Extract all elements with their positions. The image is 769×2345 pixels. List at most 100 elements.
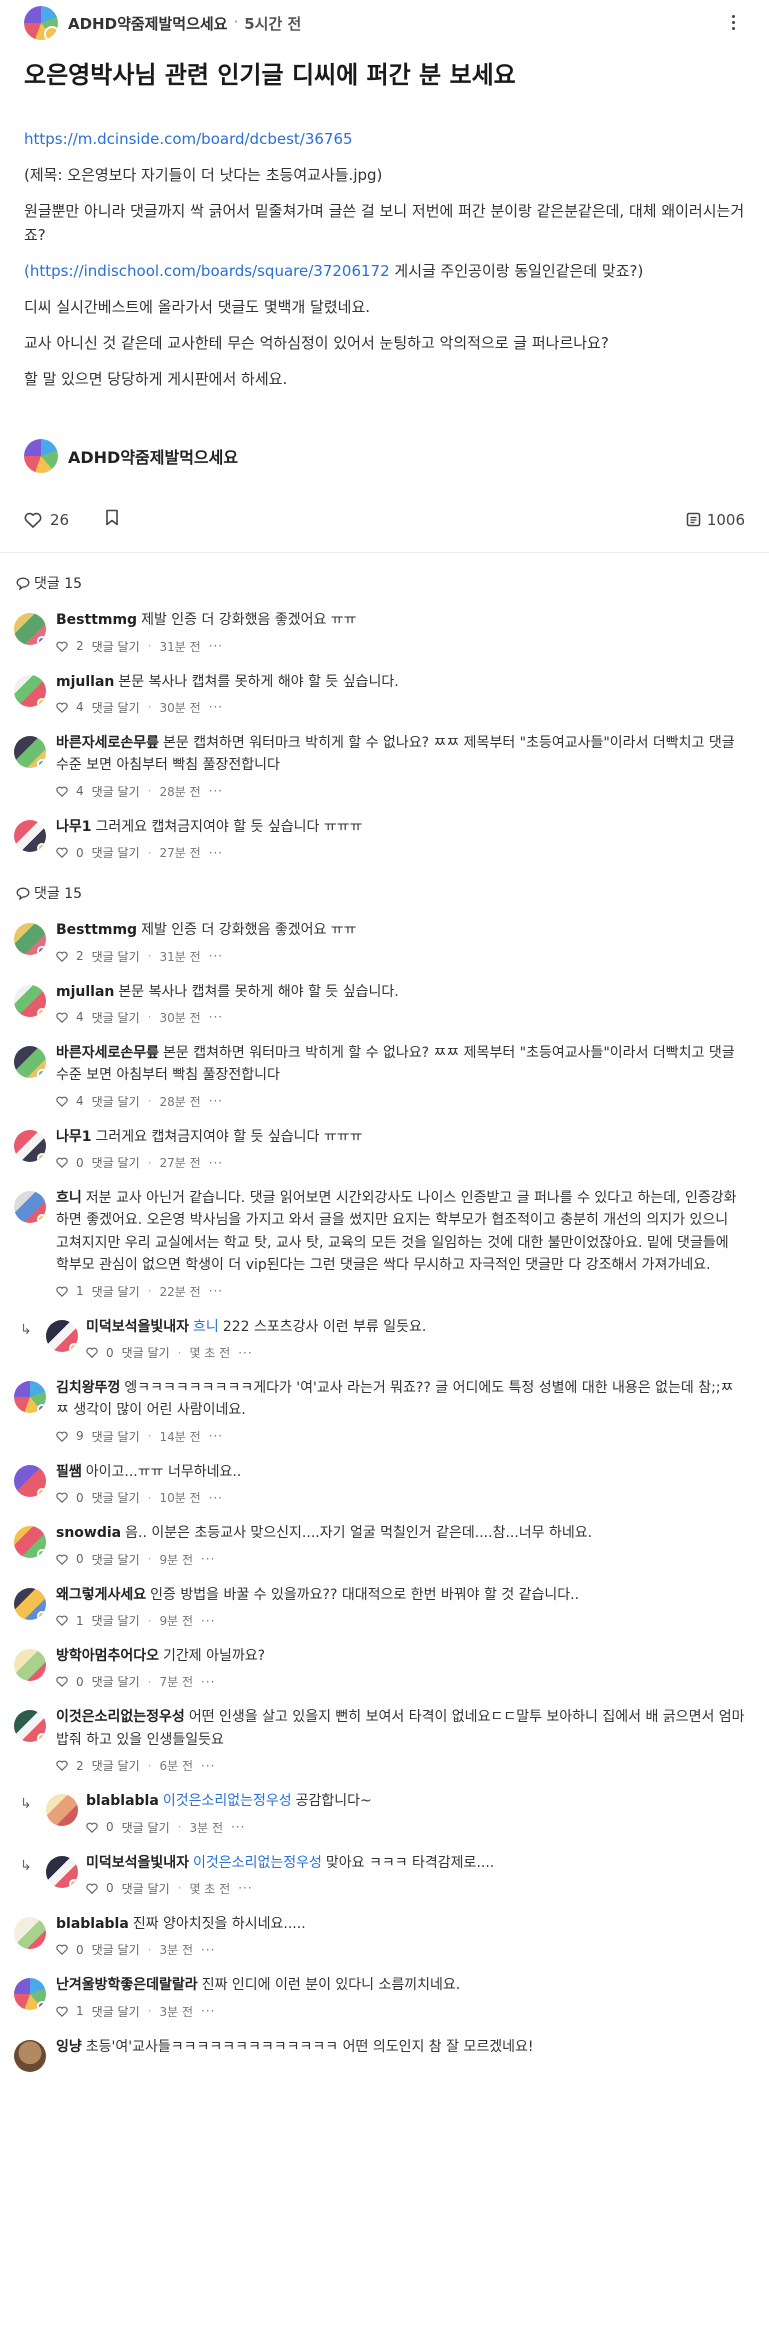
commenter-nickname[interactable]: 나무1: [56, 1129, 92, 1145]
like-button[interactable]: 26: [24, 511, 69, 529]
heart-icon[interactable]: [56, 1157, 68, 1169]
commenter-avatar[interactable]: [14, 1045, 46, 1078]
comment-more-icon[interactable]: ···: [209, 949, 223, 963]
commenter-avatar[interactable]: [46, 1319, 78, 1352]
reply-button[interactable]: 댓글 달기: [92, 1009, 140, 1026]
commenter-nickname[interactable]: 난겨울방학좋은데랄랄라: [56, 1977, 198, 1993]
commenter-avatar[interactable]: [14, 819, 46, 852]
comment-more-icon[interactable]: ···: [209, 1429, 223, 1443]
heart-icon[interactable]: [86, 1822, 98, 1833]
commenter-avatar[interactable]: [14, 674, 46, 707]
commenter-nickname[interactable]: 이것은소리없는정우성: [56, 1709, 185, 1725]
commenter-avatar[interactable]: [14, 1191, 46, 1224]
commenter-nickname[interactable]: 바른자세로손무릎: [56, 1045, 159, 1061]
commenter-nickname[interactable]: snowdia: [56, 1525, 121, 1541]
reply-button[interactable]: 댓글 달기: [92, 1093, 140, 1110]
reply-button[interactable]: 댓글 달기: [92, 699, 140, 716]
reply-button[interactable]: 댓글 달기: [122, 1344, 170, 1361]
comment-more-icon[interactable]: ···: [201, 1943, 215, 1957]
commenter-nickname[interactable]: blablabla: [86, 1793, 159, 1809]
reply-button[interactable]: 댓글 달기: [92, 1283, 140, 1300]
commenter-avatar[interactable]: [14, 984, 46, 1017]
comment-more-icon[interactable]: ···: [201, 2004, 215, 2018]
commenter-avatar[interactable]: [14, 1464, 46, 1497]
heart-icon[interactable]: [56, 1554, 68, 1565]
commenter-avatar[interactable]: [14, 1649, 46, 1681]
reply-button[interactable]: 댓글 달기: [92, 638, 140, 655]
commenter-nickname[interactable]: 방학아멈추어다오: [56, 1648, 159, 1664]
heart-icon[interactable]: [86, 1883, 98, 1894]
heart-icon[interactable]: [56, 1286, 68, 1297]
heart-icon[interactable]: [56, 847, 68, 859]
comment-more-icon[interactable]: ···: [201, 1759, 215, 1773]
commenter-avatar[interactable]: [14, 1381, 46, 1414]
commenter-nickname[interactable]: blablabla: [56, 1916, 129, 1932]
board-name[interactable]: ADHD약줌제발먹으세요: [68, 13, 227, 34]
commenter-nickname[interactable]: mjullan: [56, 674, 114, 690]
commenter-avatar[interactable]: [14, 1916, 46, 1949]
reply-button[interactable]: 댓글 달기: [92, 1154, 140, 1171]
heart-icon[interactable]: [56, 951, 68, 962]
reply-button[interactable]: 댓글 달기: [92, 1551, 140, 1568]
reply-button[interactable]: 댓글 달기: [92, 844, 140, 861]
comment-more-icon[interactable]: ···: [238, 1346, 252, 1360]
comment-more-icon[interactable]: ···: [209, 784, 223, 798]
heart-icon[interactable]: [86, 1347, 98, 1359]
comment-more-icon[interactable]: ···: [209, 1284, 223, 1298]
commenter-avatar[interactable]: [14, 2039, 46, 2072]
commenter-nickname[interactable]: 잉냥: [56, 2039, 82, 2055]
commenter-nickname[interactable]: 바른자세로손무릎: [56, 735, 159, 751]
comment-more-icon[interactable]: ···: [231, 1820, 245, 1834]
heart-icon[interactable]: [56, 2006, 68, 2017]
reply-button[interactable]: 댓글 달기: [92, 2003, 140, 2020]
comment-more-icon[interactable]: ···: [209, 1010, 223, 1024]
commenter-avatar[interactable]: [14, 1587, 46, 1620]
reply-button[interactable]: 댓글 달기: [122, 1819, 170, 1836]
indischool-link[interactable]: (https://indischool.com/boards/square/37…: [24, 262, 390, 280]
heart-icon[interactable]: [56, 1760, 68, 1772]
commenter-avatar[interactable]: [14, 1710, 46, 1743]
comment-more-icon[interactable]: ···: [201, 1552, 215, 1566]
commenter-nickname[interactable]: 필쌤: [56, 1464, 82, 1480]
heart-icon[interactable]: [56, 786, 68, 797]
reply-button[interactable]: 댓글 달기: [92, 1673, 140, 1690]
commenter-nickname[interactable]: 미덕보석을빛내자: [86, 1855, 189, 1871]
commenter-nickname[interactable]: 미덕보석을빛내자: [86, 1319, 189, 1335]
mention-link[interactable]: 흐니: [193, 1319, 219, 1335]
board-avatar[interactable]: [24, 6, 58, 40]
reply-button[interactable]: 댓글 달기: [92, 1941, 140, 1958]
reply-button[interactable]: 댓글 달기: [92, 1612, 140, 1629]
comment-more-icon[interactable]: ···: [209, 700, 223, 714]
heart-icon[interactable]: [56, 641, 68, 652]
heart-icon[interactable]: [56, 1615, 68, 1626]
author-row[interactable]: ADHD약줌제발먹으세요: [0, 403, 769, 474]
heart-icon[interactable]: [56, 1431, 68, 1442]
comment-more-icon[interactable]: ···: [209, 1156, 223, 1170]
comment-more-icon[interactable]: ···: [209, 1094, 223, 1108]
commenter-avatar[interactable]: [14, 613, 46, 646]
reply-button[interactable]: 댓글 달기: [92, 1489, 140, 1506]
commenter-avatar[interactable]: [14, 1978, 46, 2011]
comment-more-icon[interactable]: ···: [209, 846, 223, 860]
comment-more-icon[interactable]: ···: [201, 1675, 215, 1689]
heart-icon[interactable]: [56, 1944, 68, 1956]
reply-button[interactable]: 댓글 달기: [122, 1880, 170, 1897]
commenter-nickname[interactable]: 나무1: [56, 819, 92, 835]
commenter-nickname[interactable]: Besttmmg: [56, 612, 137, 628]
heart-icon[interactable]: [56, 702, 68, 713]
commenter-avatar[interactable]: [46, 1855, 78, 1888]
mention-link[interactable]: 이것은소리없는정우성: [193, 1855, 322, 1871]
commenter-avatar[interactable]: [14, 1129, 46, 1162]
reply-button[interactable]: 댓글 달기: [92, 1428, 140, 1445]
commenter-avatar[interactable]: [46, 1794, 78, 1827]
reply-button[interactable]: 댓글 달기: [92, 1757, 140, 1774]
commenter-nickname[interactable]: Besttmmg: [56, 922, 137, 938]
heart-icon[interactable]: [56, 1096, 68, 1107]
commenter-nickname[interactable]: 왜그렇게사세요: [56, 1587, 146, 1603]
commenter-nickname[interactable]: mjullan: [56, 984, 114, 1000]
more-options-icon[interactable]: [721, 10, 745, 34]
mention-link[interactable]: 이것은소리없는정우성: [163, 1793, 292, 1809]
heart-icon[interactable]: [56, 1012, 68, 1023]
commenter-avatar[interactable]: [14, 923, 46, 956]
reply-button[interactable]: 댓글 달기: [92, 948, 140, 965]
